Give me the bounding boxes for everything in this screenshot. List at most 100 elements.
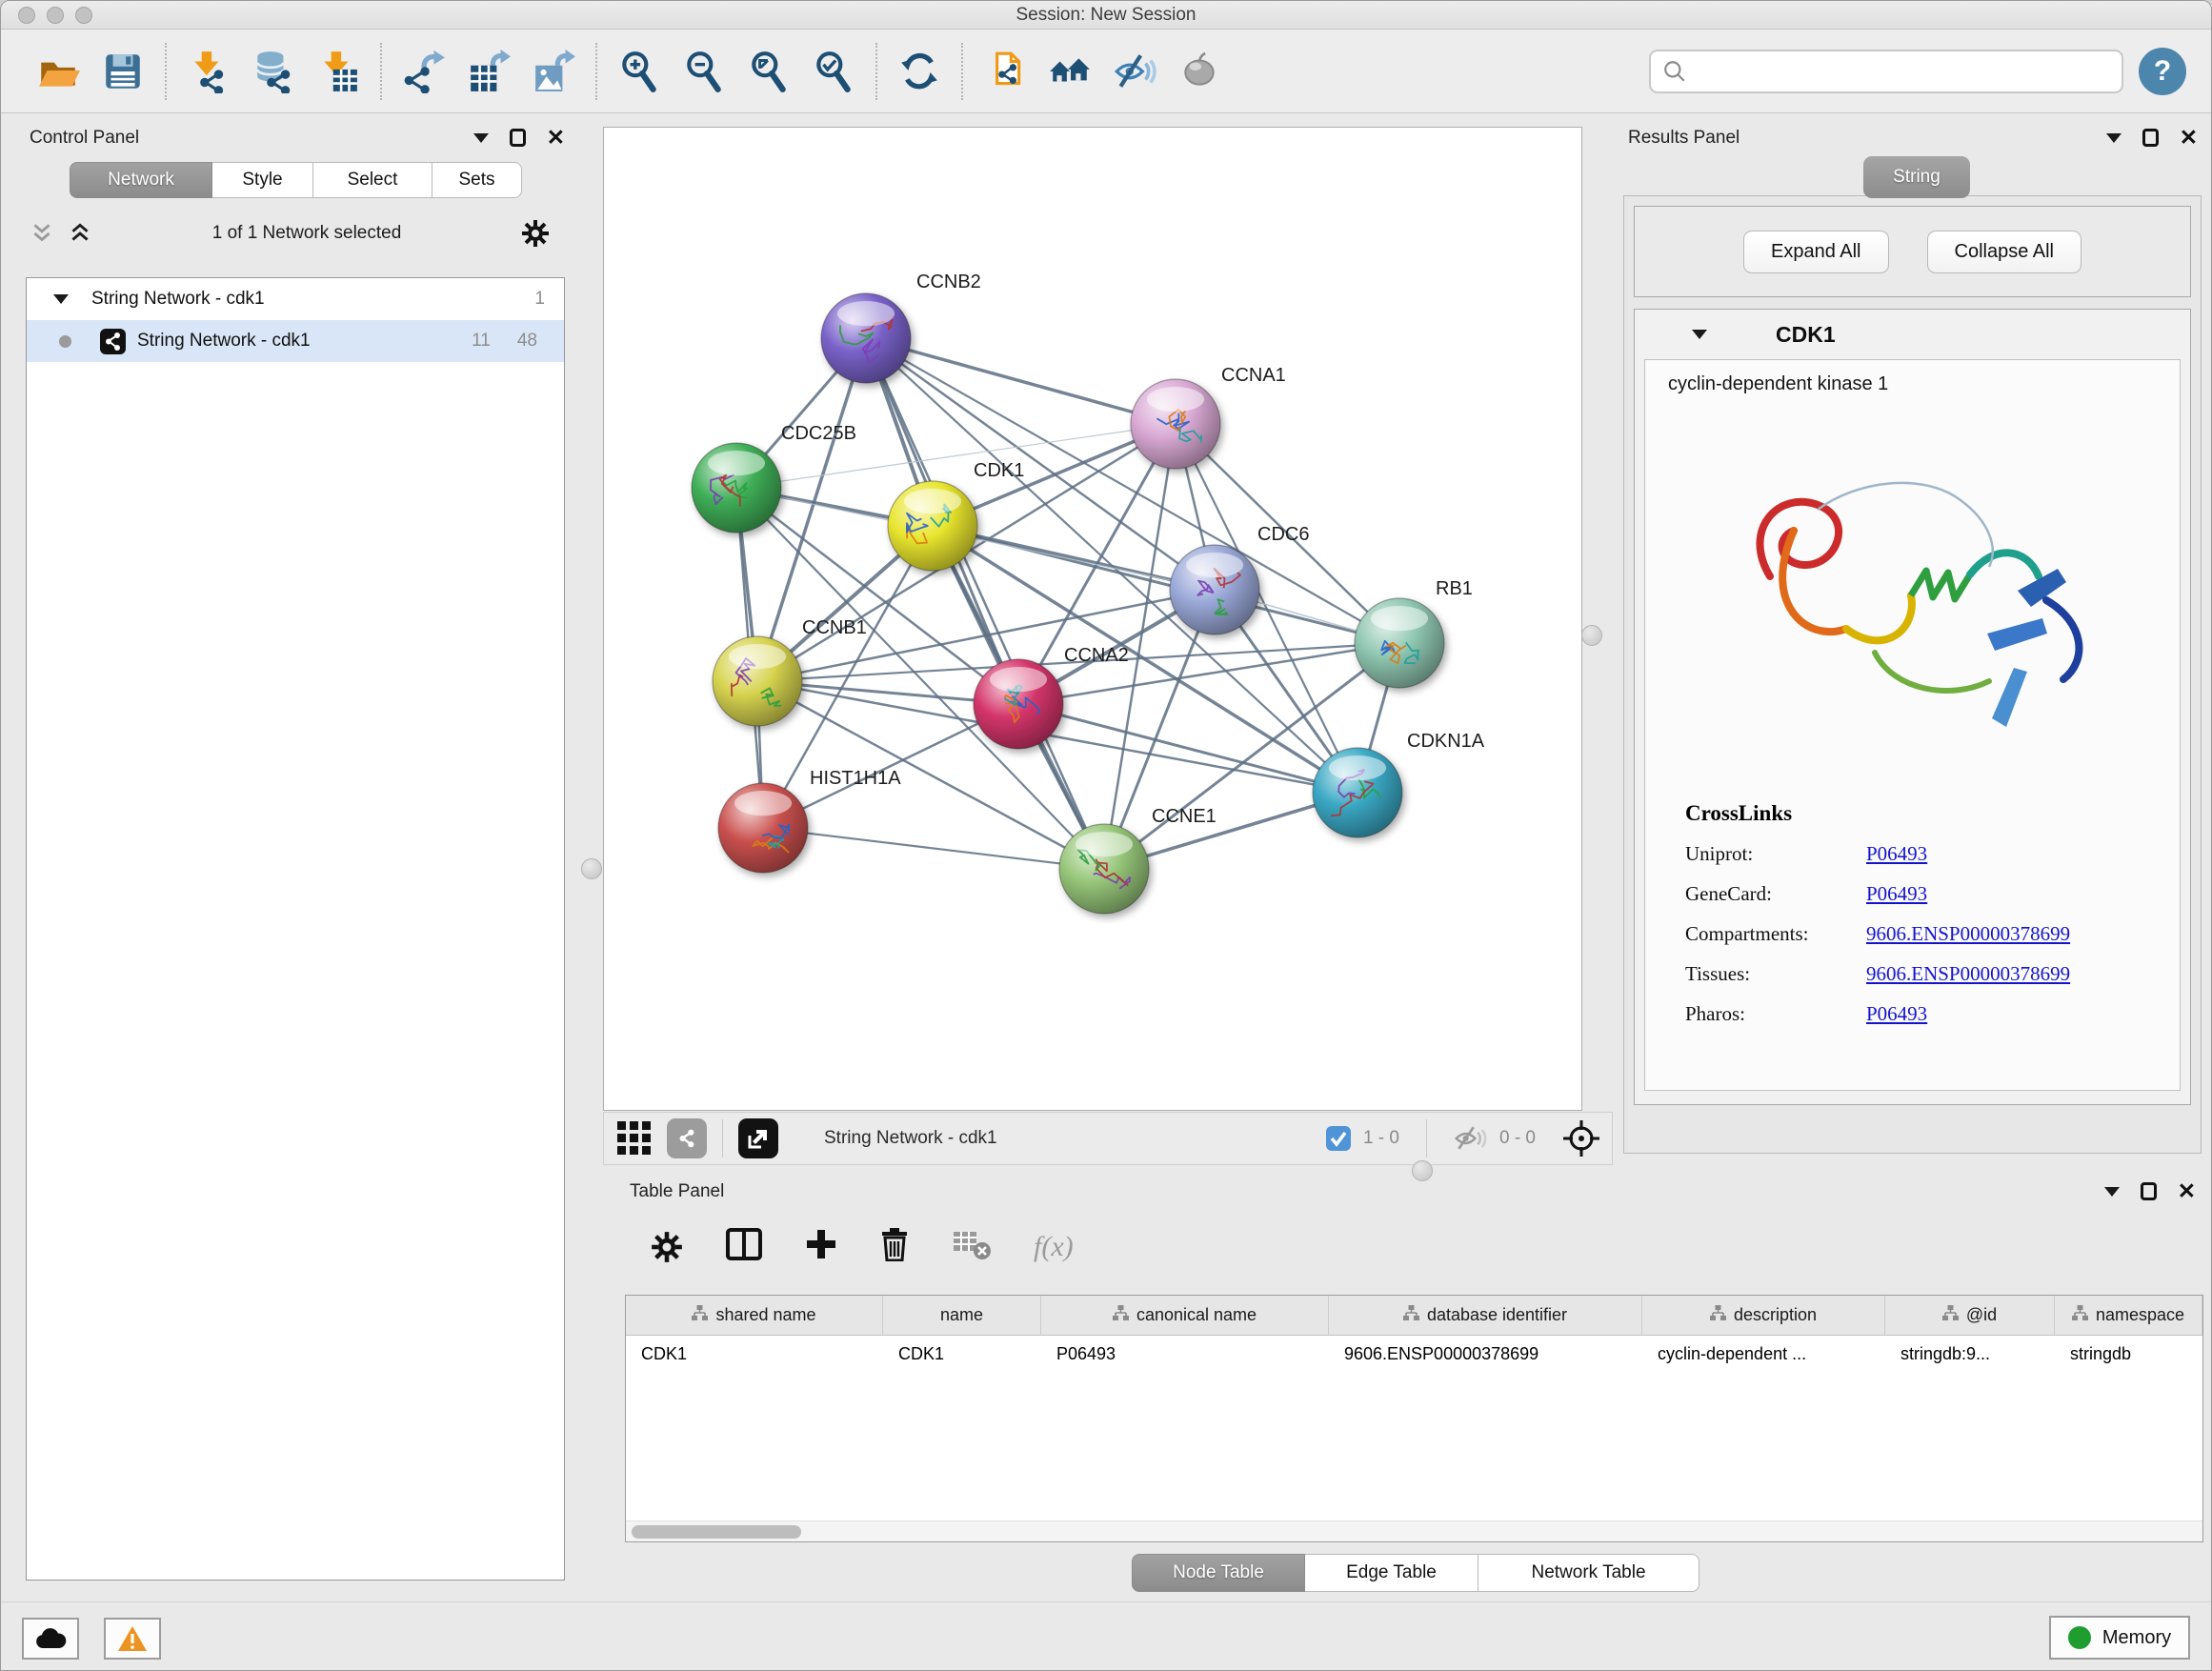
crosslink-url[interactable]: 9606.ENSP00000378699 bbox=[1866, 962, 2070, 986]
panel-float-icon[interactable] bbox=[2141, 1182, 2157, 1200]
tab-style[interactable]: Style bbox=[212, 162, 313, 198]
network-node-CDC25B[interactable] bbox=[692, 443, 781, 533]
network-node-CCNB1[interactable] bbox=[713, 636, 802, 726]
zoom-selected-button[interactable] bbox=[806, 44, 861, 99]
tab-string[interactable]: String bbox=[1863, 156, 1970, 198]
create-column-button[interactable] bbox=[805, 1228, 837, 1265]
panel-collapse-icon[interactable] bbox=[473, 133, 489, 143]
zoom-window-button[interactable] bbox=[75, 7, 92, 24]
bottom-splitter-handle[interactable] bbox=[1412, 1160, 1433, 1181]
collapse-all-networks-icon[interactable] bbox=[30, 221, 54, 246]
show-all-button[interactable] bbox=[1172, 44, 1227, 99]
crosslinks-title: CrossLinks bbox=[1685, 801, 2180, 826]
left-splitter-handle[interactable] bbox=[581, 858, 602, 879]
crosslink-url[interactable]: P06493 bbox=[1866, 1002, 1927, 1026]
node-label-RB1: RB1 bbox=[1436, 578, 1473, 599]
new-network-from-selection-button[interactable] bbox=[977, 44, 1033, 99]
export-table-button[interactable] bbox=[461, 44, 516, 99]
network-node-CCNA2[interactable] bbox=[974, 659, 1063, 749]
warning-button[interactable] bbox=[104, 1618, 161, 1660]
network-node-CDKN1A[interactable] bbox=[1313, 748, 1402, 837]
birdseye-view-button[interactable] bbox=[615, 1117, 654, 1160]
fit-selected-crosshair-icon[interactable] bbox=[1562, 1119, 1600, 1158]
network-edge[interactable] bbox=[933, 526, 1399, 643]
crosslink-url[interactable]: P06493 bbox=[1866, 882, 1927, 906]
zoom-in-button[interactable] bbox=[612, 44, 667, 99]
network-node-CCNB2[interactable] bbox=[821, 293, 911, 383]
network-edge[interactable] bbox=[763, 828, 1104, 869]
network-node-CCNE1[interactable] bbox=[1059, 824, 1149, 914]
network-node-CCNA1[interactable] bbox=[1131, 379, 1220, 469]
panel-collapse-icon[interactable] bbox=[2106, 133, 2122, 143]
table-row[interactable]: CDK1CDK1P064939606.ENSP00000378699cyclin… bbox=[626, 1336, 2202, 1376]
table-options-gear-icon[interactable] bbox=[651, 1231, 683, 1263]
column-header-database-identifier[interactable]: database identifier bbox=[1329, 1296, 1642, 1335]
toolbar-separator bbox=[875, 43, 877, 100]
cloud-button[interactable] bbox=[22, 1618, 79, 1660]
zoom-fit-button[interactable] bbox=[741, 44, 796, 99]
column-header-shared-name[interactable]: shared name bbox=[626, 1296, 883, 1335]
tab-edge-table[interactable]: Edge Table bbox=[1305, 1554, 1478, 1592]
export-image-button[interactable] bbox=[526, 44, 581, 99]
grid-icon bbox=[615, 1117, 654, 1156]
panel-float-icon[interactable] bbox=[2142, 129, 2159, 147]
column-header-name[interactable]: name bbox=[883, 1296, 1041, 1335]
import-network-button[interactable] bbox=[181, 44, 236, 99]
right-splitter-handle[interactable] bbox=[1581, 625, 1602, 646]
scrollbar-thumb[interactable] bbox=[632, 1525, 801, 1539]
import-network-from-database-button[interactable] bbox=[246, 44, 301, 99]
first-neighbors-button[interactable] bbox=[1042, 44, 1097, 99]
open-session-button[interactable] bbox=[30, 44, 86, 99]
column-header-canonical-name[interactable]: canonical name bbox=[1041, 1296, 1329, 1335]
graphics-details-button[interactable] bbox=[667, 1118, 707, 1158]
network-edge[interactable] bbox=[866, 338, 1104, 869]
show-columns-button[interactable] bbox=[725, 1227, 763, 1266]
delete-column-button[interactable] bbox=[879, 1227, 910, 1266]
crosslink-url[interactable]: P06493 bbox=[1866, 842, 1927, 866]
tab-node-table[interactable]: Node Table bbox=[1132, 1554, 1305, 1592]
minimize-window-button[interactable] bbox=[47, 7, 64, 24]
crosslink-label: Pharos: bbox=[1685, 1002, 1866, 1026]
close-window-button[interactable] bbox=[18, 7, 35, 24]
hide-selected-button[interactable] bbox=[1107, 44, 1162, 99]
column-header-description[interactable]: description bbox=[1642, 1296, 1885, 1335]
crosslink-url[interactable]: 9606.ENSP00000378699 bbox=[1866, 922, 2070, 946]
help-button[interactable]: ? bbox=[2139, 48, 2186, 95]
network-node-RB1[interactable] bbox=[1355, 598, 1444, 688]
network-edge[interactable] bbox=[1018, 704, 1357, 793]
section-collapse-icon[interactable] bbox=[1692, 330, 1707, 339]
network-node-CDK1[interactable] bbox=[888, 481, 977, 571]
import-table-button[interactable] bbox=[311, 44, 366, 99]
tree-expand-icon[interactable] bbox=[53, 294, 69, 304]
zoom-in-icon bbox=[617, 50, 661, 93]
column-header-namespace[interactable]: namespace bbox=[2055, 1296, 2202, 1335]
tab-sets[interactable]: Sets bbox=[432, 162, 522, 198]
collapse-all-button[interactable]: Collapse All bbox=[1927, 231, 2082, 273]
zoom-out-button[interactable] bbox=[676, 44, 732, 99]
memory-button[interactable]: Memory bbox=[2049, 1616, 2190, 1660]
table-horizontal-scrollbar[interactable] bbox=[626, 1520, 2202, 1541]
tab-network[interactable]: Network bbox=[70, 162, 212, 198]
search-input[interactable] bbox=[1687, 61, 2087, 82]
tab-select[interactable]: Select bbox=[313, 162, 432, 198]
apply-layout-button[interactable] bbox=[892, 44, 947, 99]
panel-collapse-icon[interactable] bbox=[2104, 1187, 2120, 1197]
save-session-button[interactable] bbox=[95, 44, 151, 99]
detach-view-button[interactable] bbox=[738, 1118, 778, 1158]
panel-close-icon[interactable]: ✕ bbox=[2178, 1180, 2196, 1202]
tab-network-table[interactable]: Network Table bbox=[1478, 1554, 1699, 1592]
export-network-button[interactable] bbox=[396, 44, 452, 99]
network-view-canvas[interactable]: CCNB2CCNA1CDC25BCDK1CDC6RB1CCNB1CCNA2CDK… bbox=[603, 127, 1582, 1111]
network-options-gear-icon[interactable] bbox=[521, 219, 550, 248]
network-collection-row[interactable]: String Network - cdk1 1 bbox=[27, 278, 564, 320]
expand-all-button[interactable]: Expand All bbox=[1743, 231, 1889, 273]
network-row-selected[interactable]: String Network - cdk1 11 48 bbox=[27, 320, 564, 362]
selected-checkbox-icon[interactable] bbox=[1325, 1125, 1352, 1152]
network-node-CDC6[interactable] bbox=[1170, 545, 1259, 634]
panel-float-icon[interactable] bbox=[510, 129, 526, 147]
expand-all-networks-icon[interactable] bbox=[68, 221, 92, 246]
column-header--id[interactable]: @id bbox=[1885, 1296, 2055, 1335]
panel-close-icon[interactable]: ✕ bbox=[547, 127, 565, 149]
panel-close-icon[interactable]: ✕ bbox=[2180, 127, 2198, 149]
network-node-HIST1H1A[interactable] bbox=[718, 783, 808, 873]
